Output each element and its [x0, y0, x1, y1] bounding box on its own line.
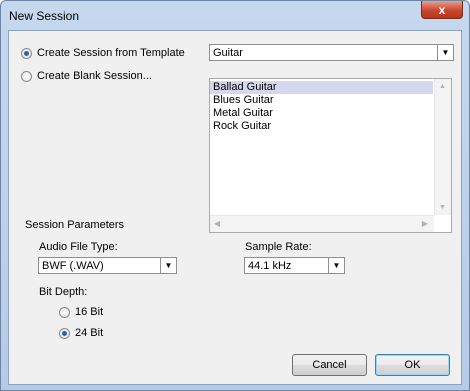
- list-item[interactable]: Rock Guitar: [210, 120, 451, 133]
- chevron-down-icon[interactable]: ▼: [328, 258, 344, 273]
- list-item[interactable]: Blues Guitar: [210, 94, 451, 107]
- audio-file-type-value: BWF (.WAV): [42, 260, 104, 272]
- audio-file-type-label: Audio File Type:: [39, 241, 118, 253]
- scroll-left-icon[interactable]: ◀: [214, 219, 220, 228]
- dialog-body: Create Session from Template Create Blan…: [8, 30, 462, 385]
- title-bar[interactable]: New Session x: [1, 1, 469, 31]
- radio-16-bit[interactable]: 16 Bit: [59, 306, 103, 318]
- session-parameters-heading: Session Parameters: [25, 219, 125, 231]
- scrollbar-corner: [434, 215, 451, 232]
- ok-button-label: OK: [404, 359, 421, 371]
- chevron-down-icon[interactable]: ▼: [437, 45, 453, 60]
- sample-rate-value: 44.1 kHz: [248, 260, 292, 272]
- radio-label: Create Session from Template: [37, 47, 185, 59]
- radio-indicator-selected[interactable]: [21, 47, 32, 59]
- horizontal-scrollbar[interactable]: ◀ ▶: [210, 215, 434, 232]
- bit-depth-label: Bit Depth:: [39, 286, 88, 298]
- scroll-up-icon[interactable]: ▲: [439, 83, 446, 90]
- radio-indicator-selected[interactable]: [59, 327, 70, 339]
- ok-button[interactable]: OK: [375, 354, 450, 376]
- list-item[interactable]: Ballad Guitar: [210, 81, 433, 94]
- radio-indicator[interactable]: [21, 70, 32, 82]
- chevron-down-icon[interactable]: ▼: [160, 258, 176, 273]
- list-item[interactable]: Metal Guitar: [210, 107, 451, 120]
- radio-create-from-template[interactable]: Create Session from Template: [21, 47, 185, 59]
- scroll-down-icon[interactable]: ▼: [439, 204, 446, 211]
- close-button[interactable]: x: [421, 1, 463, 19]
- cancel-button[interactable]: Cancel: [292, 354, 367, 376]
- dialog-window: New Session x Create Session from Templa…: [0, 0, 470, 391]
- template-list[interactable]: Ballad Guitar Blues Guitar Metal Guitar …: [209, 78, 452, 233]
- radio-label: Create Blank Session...: [37, 70, 152, 82]
- sample-rate-select[interactable]: 44.1 kHz ▼: [244, 257, 345, 274]
- radio-24-bit[interactable]: 24 Bit: [59, 327, 103, 339]
- cancel-button-label: Cancel: [312, 359, 347, 371]
- scroll-right-icon[interactable]: ▶: [422, 219, 428, 228]
- template-group-select[interactable]: Guitar ▼: [209, 44, 454, 61]
- sample-rate-label: Sample Rate:: [245, 241, 312, 253]
- radio-label: 16 Bit: [75, 306, 104, 318]
- radio-label: 24 Bit: [75, 327, 104, 339]
- window-title: New Session: [9, 9, 80, 23]
- audio-file-type-select[interactable]: BWF (.WAV) ▼: [38, 257, 177, 274]
- radio-create-blank[interactable]: Create Blank Session...: [21, 70, 152, 82]
- radio-indicator[interactable]: [59, 306, 70, 318]
- vertical-scrollbar[interactable]: ▲ ▼: [434, 79, 451, 215]
- template-group-value: Guitar: [213, 47, 243, 59]
- close-icon: x: [438, 2, 446, 17]
